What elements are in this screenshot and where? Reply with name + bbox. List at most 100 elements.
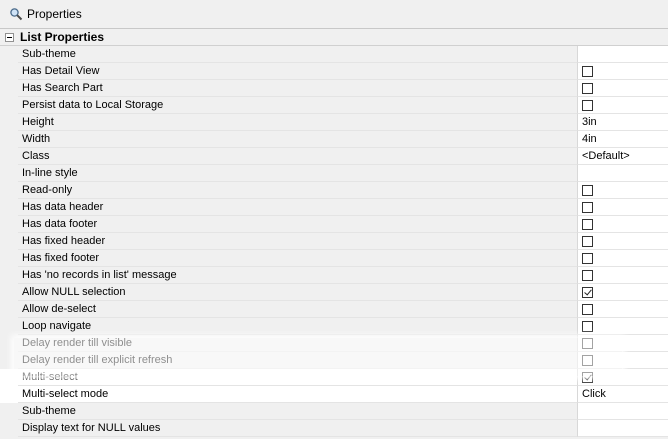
property-name[interactable]: In-line style	[18, 165, 578, 182]
property-row[interactable]: Has data footer	[0, 216, 668, 233]
row-gutter	[0, 114, 18, 131]
property-name[interactable]: Class	[18, 148, 578, 165]
property-value[interactable]	[578, 46, 668, 63]
property-name[interactable]: Multi-select	[18, 369, 578, 386]
checkbox[interactable]	[582, 184, 593, 196]
checkbox[interactable]	[582, 201, 593, 213]
property-name[interactable]: Sub-theme	[18, 403, 578, 420]
row-gutter	[0, 318, 18, 335]
property-value[interactable]	[578, 80, 668, 97]
property-value[interactable]	[578, 403, 668, 420]
property-value[interactable]	[578, 216, 668, 233]
property-row[interactable]: Loop navigate	[0, 318, 668, 335]
property-name[interactable]: Delay render till visible	[18, 335, 578, 352]
property-value[interactable]	[578, 420, 668, 437]
property-row[interactable]: Height 3in	[0, 114, 668, 131]
property-name[interactable]: Has fixed footer	[18, 250, 578, 267]
category-list-properties[interactable]: List Properties	[0, 29, 668, 46]
property-name[interactable]: Display text for NULL values	[18, 420, 578, 437]
property-name[interactable]: Has data header	[18, 199, 578, 216]
checkbox[interactable]	[582, 252, 593, 264]
property-value[interactable]	[578, 267, 668, 284]
checkbox[interactable]	[582, 99, 593, 111]
property-name[interactable]: Allow NULL selection	[18, 284, 578, 301]
property-row[interactable]: Allow de-select	[0, 301, 668, 318]
property-value[interactable]: <Default>	[578, 148, 668, 165]
row-gutter	[0, 284, 18, 301]
window-title: Properties	[27, 7, 82, 21]
property-row[interactable]: Persist data to Local Storage	[0, 97, 668, 114]
row-gutter	[0, 80, 18, 97]
collapse-icon[interactable]	[5, 32, 14, 42]
row-gutter	[0, 165, 18, 182]
property-name[interactable]: Has Detail View	[18, 63, 578, 80]
row-gutter	[0, 250, 18, 267]
checkbox-checked[interactable]	[582, 286, 593, 298]
property-row[interactable]: Class <Default>	[0, 148, 668, 165]
checkbox[interactable]	[582, 218, 593, 230]
property-value[interactable]: 4in	[578, 131, 668, 148]
checkbox-checked[interactable]	[582, 371, 593, 383]
category-label: List Properties	[20, 30, 105, 44]
property-name[interactable]: Has data footer	[18, 216, 578, 233]
property-row[interactable]: In-line style	[0, 165, 668, 182]
property-row[interactable]: Multi-select mode Click	[0, 386, 668, 403]
property-name[interactable]: Height	[18, 114, 578, 131]
property-name[interactable]: Has Search Part	[18, 80, 578, 97]
property-row[interactable]: Has fixed footer	[0, 250, 668, 267]
property-row[interactable]: Has 'no records in list' message	[0, 267, 668, 284]
properties-window: Properties List Properties Sub-theme Has …	[0, 0, 668, 439]
property-value[interactable]	[578, 199, 668, 216]
property-row[interactable]: Has fixed header	[0, 233, 668, 250]
property-name[interactable]: Multi-select mode	[18, 386, 578, 403]
property-name[interactable]: Read-only	[18, 182, 578, 199]
property-row[interactable]: Has Detail View	[0, 63, 668, 80]
property-row[interactable]: Width 4in	[0, 131, 668, 148]
property-name[interactable]: Width	[18, 131, 578, 148]
property-name[interactable]: Persist data to Local Storage	[18, 97, 578, 114]
property-row[interactable]: Allow NULL selection	[0, 284, 668, 301]
property-row[interactable]: Delay render till visible	[0, 335, 668, 352]
row-gutter	[0, 97, 18, 114]
property-value[interactable]	[578, 369, 668, 386]
property-row[interactable]: Read-only	[0, 182, 668, 199]
property-row[interactable]: Delay render till explicit refresh	[0, 352, 668, 369]
property-name[interactable]: Loop navigate	[18, 318, 578, 335]
property-value[interactable]	[578, 301, 668, 318]
checkbox[interactable]	[582, 320, 593, 332]
checkbox[interactable]	[582, 337, 593, 349]
property-value[interactable]	[578, 284, 668, 301]
property-name[interactable]: Allow de-select	[18, 301, 578, 318]
property-value[interactable]	[578, 250, 668, 267]
property-name[interactable]: Has fixed header	[18, 233, 578, 250]
property-grid: List Properties Sub-theme Has Detail View…	[0, 29, 668, 439]
property-value[interactable]	[578, 182, 668, 199]
property-value[interactable]: 3in	[578, 114, 668, 131]
checkbox[interactable]	[582, 269, 593, 281]
checkbox[interactable]	[582, 303, 593, 315]
property-value[interactable]	[578, 165, 668, 182]
checkbox[interactable]	[582, 82, 593, 94]
property-row[interactable]: Has Search Part	[0, 80, 668, 97]
property-name[interactable]: Delay render till explicit refresh	[18, 352, 578, 369]
property-name[interactable]: Has 'no records in list' message	[18, 267, 578, 284]
property-row[interactable]: Multi-select	[0, 369, 668, 386]
property-value[interactable]	[578, 63, 668, 80]
property-value[interactable]	[578, 97, 668, 114]
property-value-text: <Default>	[582, 150, 630, 162]
property-value-text: 3in	[582, 116, 597, 128]
property-name[interactable]: Sub-theme	[18, 46, 578, 63]
properties-titlebar: Properties	[0, 0, 668, 29]
property-row[interactable]: Sub-theme	[0, 403, 668, 420]
checkbox[interactable]	[582, 354, 593, 366]
property-value[interactable]	[578, 233, 668, 250]
checkbox[interactable]	[582, 235, 593, 247]
property-value[interactable]: Click	[578, 386, 668, 403]
property-value[interactable]	[578, 318, 668, 335]
property-value[interactable]	[578, 335, 668, 352]
property-value[interactable]	[578, 352, 668, 369]
property-row[interactable]: Display text for NULL values	[0, 420, 668, 437]
property-row[interactable]: Has data header	[0, 199, 668, 216]
checkbox[interactable]	[582, 65, 593, 77]
property-row[interactable]: Sub-theme	[0, 46, 668, 63]
